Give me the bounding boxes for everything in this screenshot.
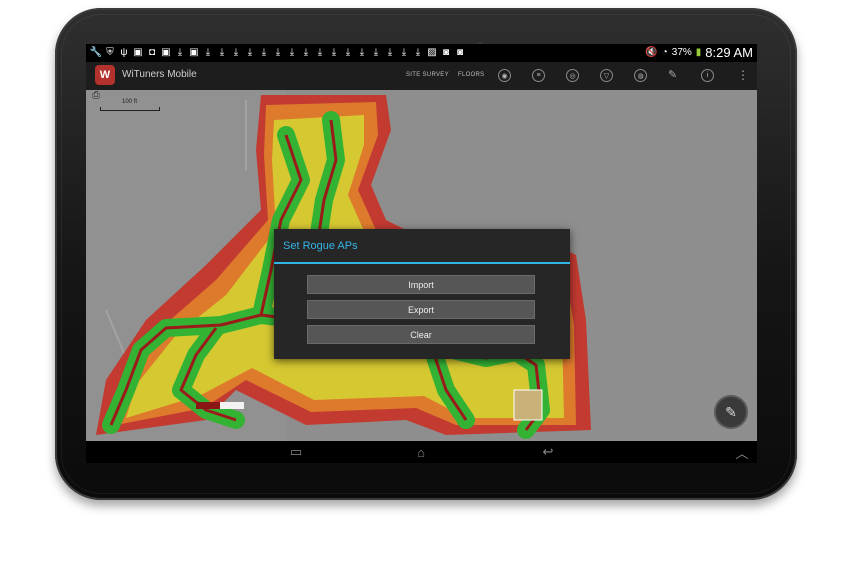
download-icon: ⤓ <box>317 46 323 58</box>
overflow-menu-icon[interactable]: ⋮ <box>737 68 749 82</box>
app-logo-icon[interactable]: W <box>95 65 115 85</box>
dialog-title: Set Rogue APs <box>283 240 358 252</box>
navigation-bar: ▭ ⌂ ↩ ︿ <box>86 441 757 463</box>
download-icon: ⤓ <box>387 46 393 58</box>
screenshot-icon: ◘ <box>148 46 156 58</box>
battery-percent: 37% <box>671 47 692 58</box>
bag-icon: ◙ <box>442 46 450 58</box>
set-rogue-aps-dialog: Set Rogue APs Import Export Clear <box>274 229 570 359</box>
download-icon: ⤓ <box>359 46 365 58</box>
download-icon: ⤓ <box>401 46 407 58</box>
download-icon: ⤓ <box>415 46 421 58</box>
scale-bar <box>100 107 160 111</box>
scale-label: 100 ft <box>122 99 138 105</box>
usb-icon: ψ <box>120 46 128 58</box>
view-icon[interactable]: ◉ <box>498 69 511 82</box>
app-title: WiTuners Mobile <box>122 69 197 80</box>
printer-icon[interactable]: ⎙ <box>92 90 100 101</box>
info-icon[interactable]: i <box>701 69 714 82</box>
sd-icon: ▣ <box>133 46 143 58</box>
chevron-up-icon[interactable]: ︿ <box>722 444 757 461</box>
download-icon: ⤓ <box>177 46 183 58</box>
download-icon: ⤓ <box>261 46 267 58</box>
map-scale: ⎙ 100 ft <box>92 90 164 118</box>
sd-icon: ▣ <box>189 46 199 58</box>
download-icon: ⤓ <box>247 46 253 58</box>
bag-icon: ◙ <box>456 46 464 58</box>
recent-apps-icon[interactable]: ▭ <box>276 444 316 460</box>
mute-icon: 🔇 <box>645 47 658 58</box>
floors-button[interactable]: FLOORS <box>458 72 484 78</box>
tools-icon[interactable]: ✎ <box>668 68 677 81</box>
download-icon: ⤓ <box>331 46 337 58</box>
back-icon[interactable]: ↩ <box>528 444 568 460</box>
download-icon: ⤓ <box>303 46 309 58</box>
export-button[interactable]: Export <box>307 300 535 319</box>
download-icon: ⤓ <box>373 46 379 58</box>
download-icon: ⤓ <box>275 46 281 58</box>
download-icon: ⤓ <box>345 46 351 58</box>
clear-button[interactable]: Clear <box>307 325 535 344</box>
import-button[interactable]: Import <box>307 275 535 294</box>
sd-icon: ▣ <box>161 46 171 58</box>
target-icon[interactable]: ◎ <box>566 69 579 82</box>
dialog-divider <box>274 262 570 264</box>
home-icon[interactable]: ⌂ <box>401 444 441 460</box>
heatmap-view[interactable]: ⎙ 100 ft ✎ Set Rogue APs Import Export C… <box>86 90 757 441</box>
wrench-icon: 🔧 <box>89 46 103 58</box>
shield-icon: ⛨ <box>106 46 114 58</box>
download-icon: ⤓ <box>219 46 225 58</box>
download-icon: ⤓ <box>233 46 239 58</box>
action-bar: W WiTuners Mobile SITE SURVEY FLOORS ◉ ≡… <box>86 62 757 91</box>
location-icon[interactable]: ◍ <box>634 69 647 82</box>
image-icon: ▨ <box>427 46 437 58</box>
status-bar: 🔧 ⛨ ψ ▣ ◘ ▣ ⤓ ▣ ⤓ ⤓ ⤓ ⤓ ⤓ ⤓ ⤓ ⤓ ⤓ ⤓ ⤓ ⤓ … <box>86 44 757 62</box>
notification-icons: 🔧 ⛨ ψ ▣ ◘ ▣ ⤓ ▣ ⤓ ⤓ ⤓ ⤓ ⤓ ⤓ ⤓ ⤓ ⤓ ⤓ ⤓ ⤓ … <box>90 46 466 58</box>
download-icon: ⤓ <box>205 46 211 58</box>
wifi-icon: ◔ <box>661 47 668 58</box>
clock: 8:29 AM <box>705 45 753 60</box>
system-icons: 🔇 ◔ 37% ▮ 8:29 AM <box>645 45 753 60</box>
list-icon[interactable]: ≡ <box>532 69 545 82</box>
battery-icon: ▮ <box>695 47 702 58</box>
device-screen: 🔧 ⛨ ψ ▣ ◘ ▣ ⤓ ▣ ⤓ ⤓ ⤓ ⤓ ⤓ ⤓ ⤓ ⤓ ⤓ ⤓ ⤓ ⤓ … <box>86 44 757 463</box>
site-survey-button[interactable]: SITE SURVEY <box>406 72 449 78</box>
download-icon: ⤓ <box>289 46 295 58</box>
edit-icon[interactable]: ✎ <box>714 395 748 429</box>
filter-icon[interactable]: ▽ <box>600 69 613 82</box>
